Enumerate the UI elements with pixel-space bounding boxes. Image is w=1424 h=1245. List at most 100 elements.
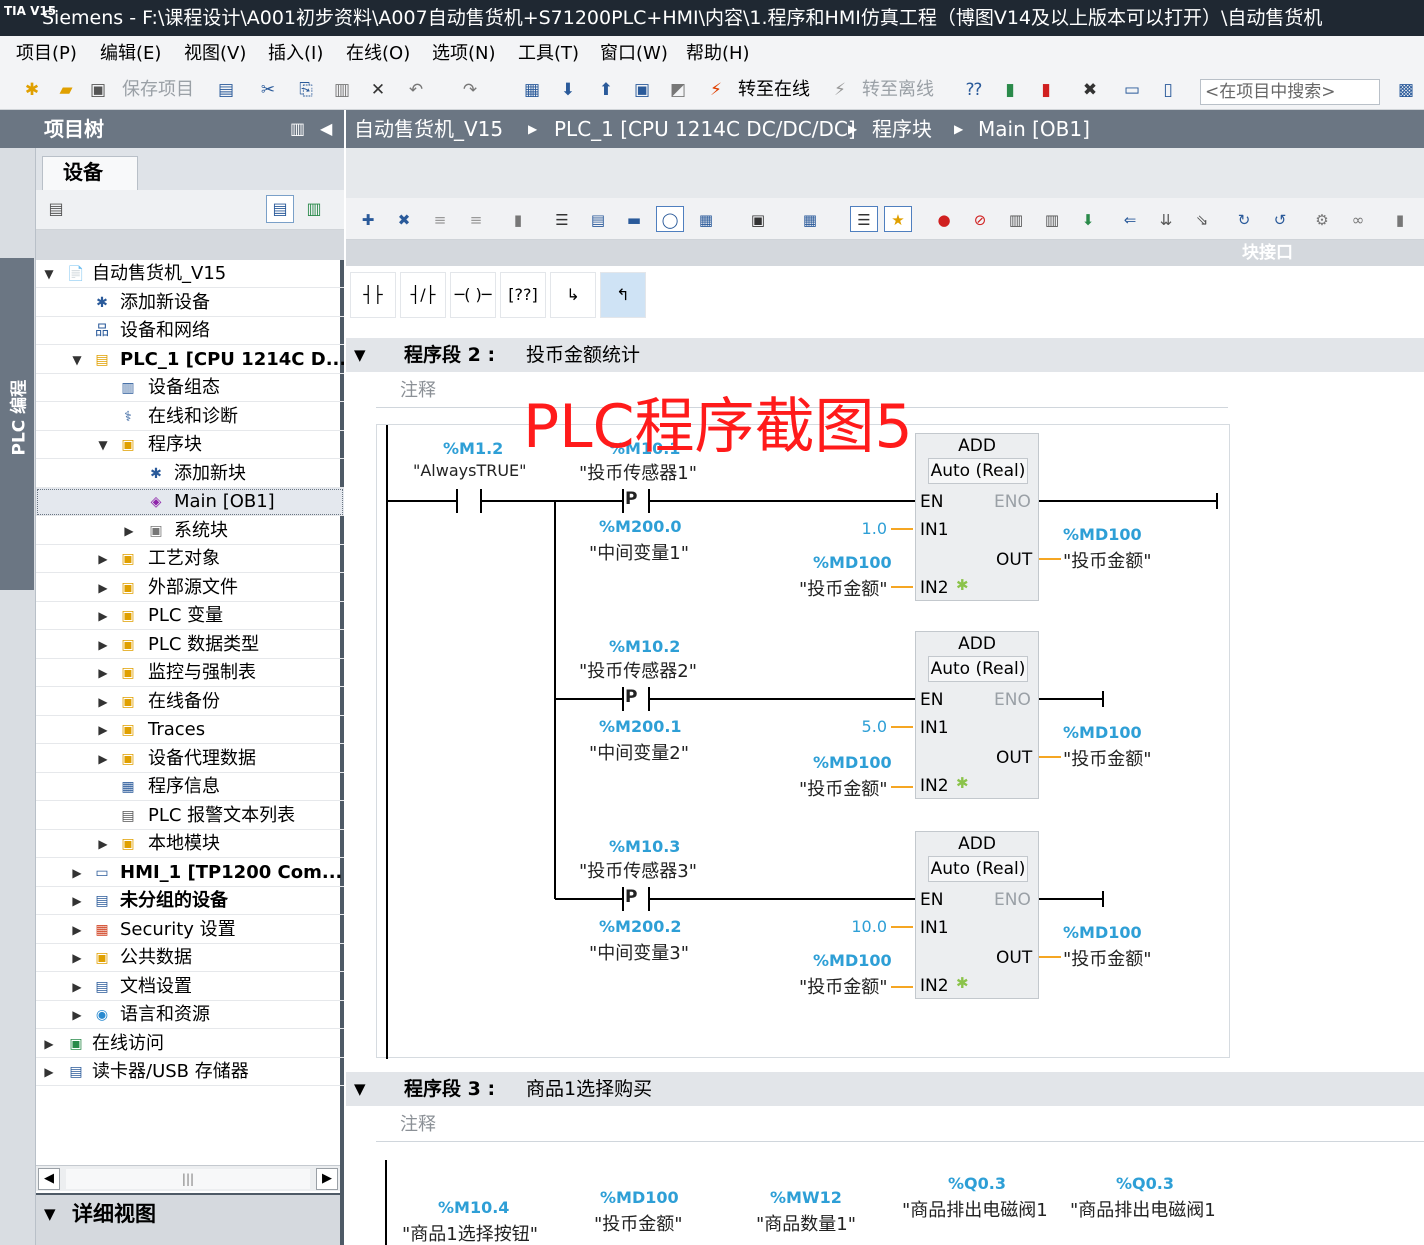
tree-item-program-info[interactable]: ▦ 程序信息 [36, 773, 344, 801]
pin-icon[interactable]: ▥ [290, 110, 305, 148]
cross-reference-icon[interactable]: ✖ [1078, 78, 1102, 102]
add-input-icon[interactable]: ✱ [956, 974, 969, 992]
tree-item-device-config[interactable]: ▥ 设备组态 [36, 374, 344, 402]
expand-icon[interactable]: ▶ [70, 859, 84, 886]
project-search-input[interactable]: <在项目中搜索> [1200, 79, 1380, 105]
expand-icon[interactable]: ▶ [96, 631, 110, 658]
operand-symbol[interactable]: "投币金额" [1063, 547, 1152, 573]
add-input-icon[interactable]: ✱ [956, 774, 969, 792]
align-icon[interactable]: ☰ [548, 206, 576, 232]
tree-item-hmi1[interactable]: ▶ ▭ HMI_1 [TP1200 Com... [36, 859, 344, 887]
operand-symbol[interactable]: "投币传感器2" [579, 657, 697, 683]
no-contact-button[interactable]: ┤├ [350, 272, 396, 318]
tree-item-watch-tables[interactable]: ▶ ▣ 监控与强制表 [36, 659, 344, 687]
operand-address[interactable]: %MD100 [1063, 525, 1142, 544]
operand-symbol[interactable]: "商品排出电磁阀1 [902, 1196, 1048, 1222]
expand-icon[interactable]: ▶ [96, 688, 110, 715]
network-3-comment[interactable]: 注释 [376, 1110, 1424, 1142]
operand-symbol[interactable]: "商品数量1" [756, 1210, 856, 1236]
go-offline-icon[interactable]: ⚡ [828, 78, 852, 102]
compile-icon[interactable]: ▦ [520, 78, 544, 102]
operand-address[interactable]: %MD100 [813, 553, 892, 572]
call-environment-icon[interactable]: ⚙ [1308, 206, 1336, 232]
chevron-down-icon[interactable]: ▼ [44, 1199, 56, 1229]
operand-address[interactable]: %M1.2 [443, 439, 503, 458]
menu-insert[interactable]: 插入(I) [268, 36, 323, 72]
add-block[interactable]: ADD Auto (Real) EN ENO IN1 OUT IN2 ✱ [915, 631, 1039, 799]
tree-item-document-settings[interactable]: ▶ ▤ 文档设置 [36, 973, 344, 1001]
save-project-button[interactable]: 保存项目 [122, 78, 194, 102]
snapshot-icon[interactable]: ▥ [1038, 206, 1066, 232]
tree-item-plc-tags[interactable]: ▶ ▣ PLC 变量 [36, 602, 344, 630]
operand-address[interactable]: %M10.3 [609, 837, 680, 856]
operand-address[interactable]: %MW12 [770, 1188, 842, 1207]
tree-item-alarm-text-lists[interactable]: ▤ PLC 报警文本列表 [36, 802, 344, 830]
operand-address[interactable]: %MD100 [1063, 923, 1142, 942]
cut-icon[interactable]: ✂ [256, 78, 280, 102]
scroll-thumb[interactable]: ||| [66, 1169, 310, 1189]
save-icon[interactable]: ▣ [86, 78, 110, 102]
favorites-icon[interactable]: ☰ [850, 206, 878, 232]
refresh-icon[interactable]: ▥ [300, 195, 328, 223]
close-branch-button[interactable]: ↰ [600, 272, 646, 318]
tree-item-card-reader[interactable]: ▶ ▤ 读卡器/USB 存储器 [36, 1058, 344, 1086]
open-project-icon[interactable]: ▰ [54, 78, 78, 102]
tab-devices[interactable]: 设备 [42, 156, 138, 190]
expand-icon[interactable]: ▶ [70, 944, 84, 971]
delete-network-icon[interactable]: ✖ [390, 206, 418, 232]
operand-symbol[interactable]: "投币金额" [594, 1210, 683, 1236]
expand-icon[interactable]: ▶ [96, 745, 110, 772]
menu-help[interactable]: 帮助(H) [686, 36, 750, 72]
block-data-type[interactable]: Auto (Real) [928, 458, 1028, 484]
tree-item-add-block[interactable]: ✱ 添加新块 [36, 460, 344, 488]
accessible-devices-icon[interactable]: ⁇ [962, 78, 986, 102]
tree-item-system-blocks[interactable]: ▶ ▣ 系统块 [36, 517, 344, 545]
step-out-icon[interactable]: ⇘ [1188, 206, 1216, 232]
tree-item-local-modules[interactable]: ▶ ▣ 本地模块 [36, 830, 344, 858]
monitor-off-icon[interactable]: ↺ [1266, 206, 1294, 232]
operand-symbol[interactable]: "投币金额" [799, 575, 888, 601]
reset-start-values-icon[interactable]: ▮ [504, 206, 532, 232]
nc-contact-button[interactable]: ┤/├ [400, 272, 446, 318]
split-vertical-icon[interactable]: ▯ [1156, 78, 1180, 102]
tree-item-project[interactable]: ▼ 📄 自动售货机_V15 [36, 260, 344, 288]
insert-network-icon[interactable]: ✚ [354, 206, 382, 232]
menu-edit[interactable]: 编辑(E) [100, 36, 161, 72]
reset-icon[interactable]: ◩ [666, 78, 690, 102]
operand-symbol[interactable]: "商品1选择按钮" [402, 1220, 538, 1245]
coil-button[interactable]: ─( )─ [450, 272, 496, 318]
operand-address[interactable]: %Q0.3 [1116, 1174, 1174, 1193]
block-data-type[interactable]: Auto (Real) [928, 656, 1028, 682]
collapse-network-icon[interactable]: ▼ [354, 1072, 366, 1106]
close-all-networks-icon[interactable]: ▬ [620, 206, 648, 232]
breadcrumb-program-blocks[interactable]: 程序块 [872, 110, 932, 148]
new-project-icon[interactable]: ✱ [20, 78, 44, 102]
split-horizontal-icon[interactable]: ▭ [1120, 78, 1144, 102]
operand-symbol[interactable]: "中间变量2" [589, 739, 689, 765]
go-offline-button[interactable]: 转至离线 [862, 78, 934, 102]
stop-cpu-icon[interactable]: ▮ [1034, 78, 1058, 102]
operand-symbol[interactable]: "中间变量1" [589, 539, 689, 565]
upload-icon[interactable]: ⬆ [594, 78, 618, 102]
operand-address[interactable]: %MD100 [813, 753, 892, 772]
operand-address[interactable]: %MD100 [600, 1188, 679, 1207]
block-settings-icon[interactable]: ▮ [1386, 206, 1414, 232]
set-breakpoint-icon[interactable]: ● [930, 206, 958, 232]
network-2-header[interactable]: ▼ 程序段 2 : 投币金额统计 [346, 338, 1424, 372]
show-favorites-icon[interactable]: ★ [884, 206, 912, 232]
operand-address[interactable]: %M200.0 [599, 517, 682, 536]
operand-symbol[interactable]: "投币金额" [799, 775, 888, 801]
tree-item-add-device[interactable]: ✱ 添加新设备 [36, 289, 344, 317]
block-interface-bar[interactable]: 块接口 [346, 240, 1424, 266]
delete-icon[interactable]: ✕ [366, 78, 390, 102]
in1-value[interactable]: 5.0 [827, 717, 887, 736]
expand-icon[interactable]: ▶ [96, 830, 110, 857]
expand-icon[interactable]: ▼ [70, 346, 84, 373]
operand-address[interactable]: %MD100 [1063, 723, 1142, 742]
glasses-icon[interactable]: ∞ [1344, 206, 1372, 232]
expand-icon[interactable]: ▶ [70, 887, 84, 914]
operand-symbol[interactable]: "AlwaysTRUE" [413, 461, 527, 480]
add-input-icon[interactable]: ✱ [956, 576, 969, 594]
operand-address[interactable]: %Q0.3 [948, 1174, 1006, 1193]
tree-horizontal-scrollbar[interactable]: ◀ ||| ▶ [36, 1165, 340, 1191]
